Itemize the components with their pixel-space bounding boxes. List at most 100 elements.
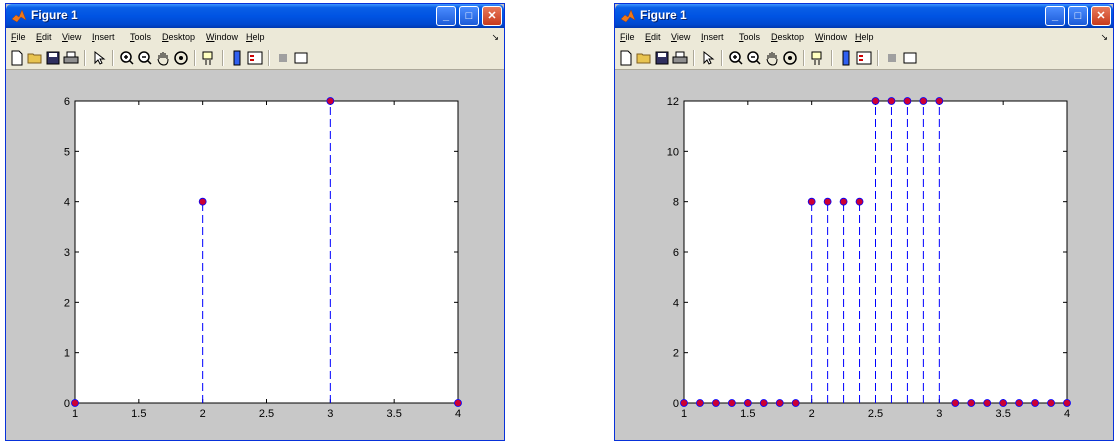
figure-toolbar — [615, 47, 1113, 70]
figure-toolbar — [6, 47, 504, 70]
new-file-icon[interactable] — [618, 50, 634, 66]
close-button[interactable]: ✕ — [482, 6, 502, 26]
save-icon[interactable] — [654, 50, 670, 66]
menu-insert[interactable]: Insert — [701, 32, 724, 42]
menu-help[interactable]: Help — [855, 32, 874, 42]
pan-hand-icon[interactable] — [764, 50, 780, 66]
y-tick-label: 12 — [667, 96, 679, 108]
print-icon[interactable] — [63, 50, 79, 66]
stem-plot[interactable]: 1 1.5 2 2.5 3 3.5 4 0 2 4 6 8 10 12 — [615, 70, 1113, 440]
x-tick-label: 2 — [809, 408, 815, 420]
stem-marker — [967, 399, 976, 407]
figure-canvas: 1 1.5 2 2.5 3 3.5 4 0 2 4 6 8 10 12 — [615, 70, 1113, 440]
menu-desktop[interactable]: Desktop — [771, 32, 804, 42]
hide-plot-tools-icon[interactable] — [275, 50, 291, 66]
window-title: Figure 1 — [31, 8, 78, 22]
y-tick-label: 0 — [673, 398, 679, 410]
zoom-out-icon[interactable] — [746, 50, 762, 66]
menu-desktop[interactable]: Desktop — [162, 32, 195, 42]
title-bar[interactable]: Figure 1 _ □ ✕ — [615, 4, 1113, 28]
menu-edit[interactable]: Edit — [36, 32, 52, 42]
menu-tools[interactable]: Tools — [130, 32, 151, 42]
x-tick-label: 4 — [1064, 408, 1070, 420]
stem-marker — [743, 399, 752, 407]
maximize-button[interactable]: □ — [459, 6, 479, 26]
stem-marker — [823, 197, 832, 206]
colorbar-icon[interactable] — [838, 50, 854, 66]
y-tick-label: 1 — [64, 348, 70, 360]
menu-view[interactable]: View — [62, 32, 81, 42]
zoom-in-icon[interactable] — [728, 50, 744, 66]
menu-window[interactable]: Window — [815, 32, 847, 42]
y-tick-label: 3 — [64, 247, 70, 259]
axes-box — [74, 100, 459, 404]
menu-tools[interactable]: Tools — [739, 32, 760, 42]
title-bar[interactable]: Figure 1 _ □ ✕ — [6, 4, 504, 28]
menu-bar: File Edit View Insert Tools Desktop Wind… — [6, 28, 504, 47]
dock-arrow-icon[interactable]: ↘ — [1100, 32, 1108, 43]
y-tick-label: 10 — [667, 146, 679, 158]
y-tick-label: 6 — [673, 247, 679, 259]
x-tick-label: 1 — [681, 408, 687, 420]
stem-marker — [839, 197, 848, 206]
stem-plot[interactable]: 1 1.5 2 2.5 3 3.5 40123456 — [6, 70, 504, 440]
y-tick-label: 0 — [64, 398, 70, 410]
pointer-icon[interactable] — [700, 50, 716, 66]
menu-help[interactable]: Help — [246, 32, 265, 42]
minimize-button[interactable]: _ — [1045, 6, 1065, 26]
menu-insert[interactable]: Insert — [92, 32, 115, 42]
data-cursor-icon[interactable] — [201, 50, 217, 66]
stem-marker — [983, 399, 992, 407]
menu-file[interactable]: File — [620, 32, 635, 42]
stem-marker — [903, 97, 912, 105]
legend-icon[interactable] — [247, 50, 263, 66]
open-folder-icon[interactable] — [636, 50, 652, 66]
stem-marker — [999, 399, 1008, 407]
matlab-logo-icon — [620, 9, 636, 23]
hide-plot-tools-icon[interactable] — [884, 50, 900, 66]
minimize-button[interactable]: _ — [436, 6, 456, 26]
zoom-out-icon[interactable] — [137, 50, 153, 66]
stem-marker — [951, 399, 960, 407]
matlab-logo-icon — [11, 9, 27, 23]
stem-marker — [454, 399, 462, 407]
window-title: Figure 1 — [640, 8, 687, 22]
dock-arrow-icon[interactable]: ↘ — [491, 32, 499, 43]
stem-marker — [1047, 399, 1055, 407]
menu-view[interactable]: View — [671, 32, 690, 42]
show-plot-tools-icon[interactable] — [293, 50, 309, 66]
legend-icon[interactable] — [856, 50, 872, 66]
colorbar-icon[interactable] — [229, 50, 245, 66]
stem-marker — [198, 197, 207, 206]
x-tick-label: 1.5 — [131, 408, 146, 420]
y-tick-label: 2 — [64, 297, 70, 309]
new-file-icon[interactable] — [9, 50, 25, 66]
x-tick-label: 1 — [72, 408, 78, 420]
x-tick-label: 3 — [327, 408, 333, 420]
pan-hand-icon[interactable] — [155, 50, 171, 66]
stem-marker — [855, 197, 864, 206]
close-button[interactable]: ✕ — [1091, 6, 1111, 26]
save-icon[interactable] — [45, 50, 61, 66]
x-tick-label: 1.5 — [740, 408, 755, 420]
show-plot-tools-icon[interactable] — [902, 50, 918, 66]
data-cursor-icon[interactable] — [810, 50, 826, 66]
y-tick-label: 8 — [673, 197, 679, 209]
menu-file[interactable]: File — [11, 32, 26, 42]
figure-window-1: Figure 1 _ □ ✕ File Edit View Insert Too… — [5, 3, 505, 441]
menu-edit[interactable]: Edit — [645, 32, 661, 42]
stem-marker — [680, 399, 688, 407]
stem-marker — [759, 399, 768, 407]
zoom-in-icon[interactable] — [119, 50, 135, 66]
maximize-button[interactable]: □ — [1068, 6, 1088, 26]
rotate-3d-icon[interactable] — [782, 50, 798, 66]
stem-marker — [1063, 399, 1071, 407]
print-icon[interactable] — [672, 50, 688, 66]
x-tick-label: 2 — [200, 408, 206, 420]
menu-window[interactable]: Window — [206, 32, 238, 42]
open-folder-icon[interactable] — [27, 50, 43, 66]
pointer-icon[interactable] — [91, 50, 107, 66]
y-tick-label: 2 — [673, 348, 679, 360]
rotate-3d-icon[interactable] — [173, 50, 189, 66]
stem-marker — [696, 399, 704, 407]
